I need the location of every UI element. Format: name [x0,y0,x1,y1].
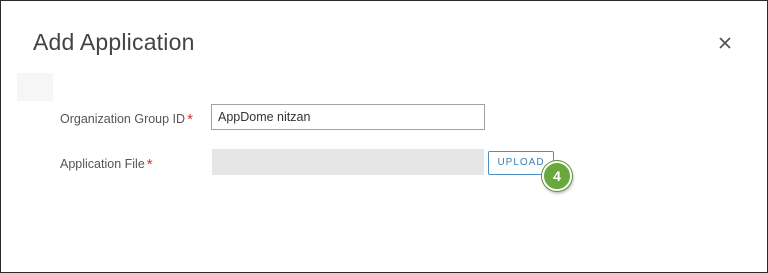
required-mark: * [146,156,153,173]
close-icon [719,37,731,49]
add-application-dialog: Add Application Organization Group ID * A… [0,0,768,273]
application-file-label-text: Application File [60,157,145,171]
org-group-label: Organization Group ID * [60,110,193,128]
background-tab [17,73,53,101]
org-group-label-text: Organization Group ID [60,112,186,126]
application-file-field[interactable] [212,149,484,175]
dialog-title: Add Application [33,29,195,55]
step-callout-badge: 4 [542,161,572,191]
required-mark: * [187,111,193,128]
org-group-input[interactable] [211,104,485,130]
close-button[interactable] [713,31,737,55]
application-file-label: Application File * [60,155,153,173]
